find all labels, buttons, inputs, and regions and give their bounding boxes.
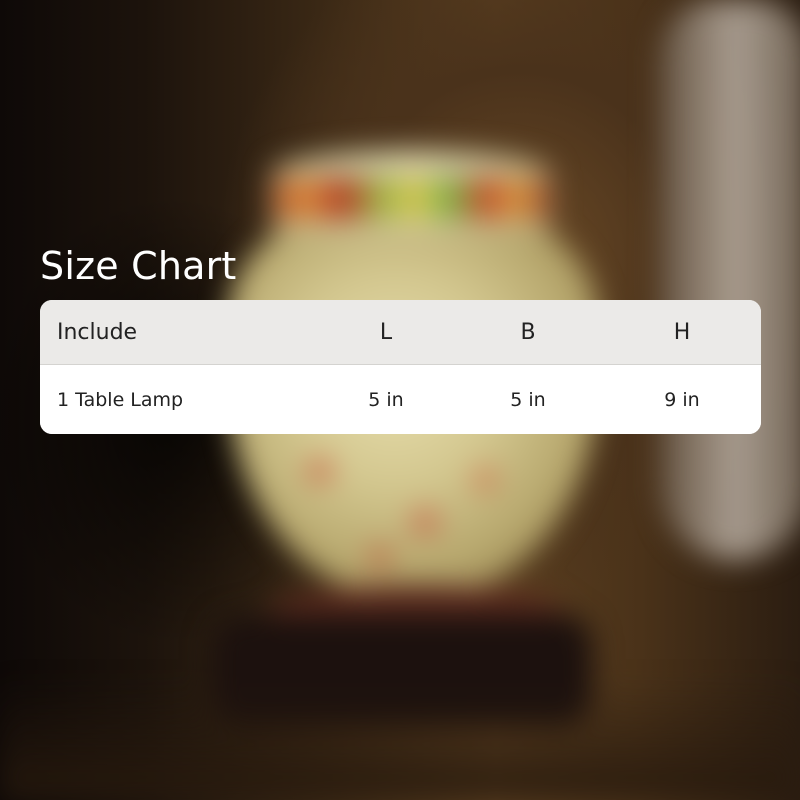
cell-length: 5 in [368,388,404,411]
size-chart-table: Include L B H 1 Table Lamp 5 in 5 in 9 i… [40,300,761,434]
cell-height: 9 in [664,388,700,411]
header-include: Include [57,319,138,345]
page-title: Size Chart [40,244,237,288]
table-row: 1 Table Lamp 5 in 5 in 9 in [40,365,761,434]
floor-shadow [0,680,800,800]
cell-include: 1 Table Lamp [57,388,184,411]
cell-breadth: 5 in [510,388,546,411]
background-vase [660,0,800,560]
table-header-row: Include L B H [40,300,761,365]
header-breadth: B [520,319,536,345]
lamp-shade-pattern [260,420,560,590]
lamp-shade-band [276,178,546,220]
header-length: L [379,319,393,345]
header-height: H [673,319,691,345]
